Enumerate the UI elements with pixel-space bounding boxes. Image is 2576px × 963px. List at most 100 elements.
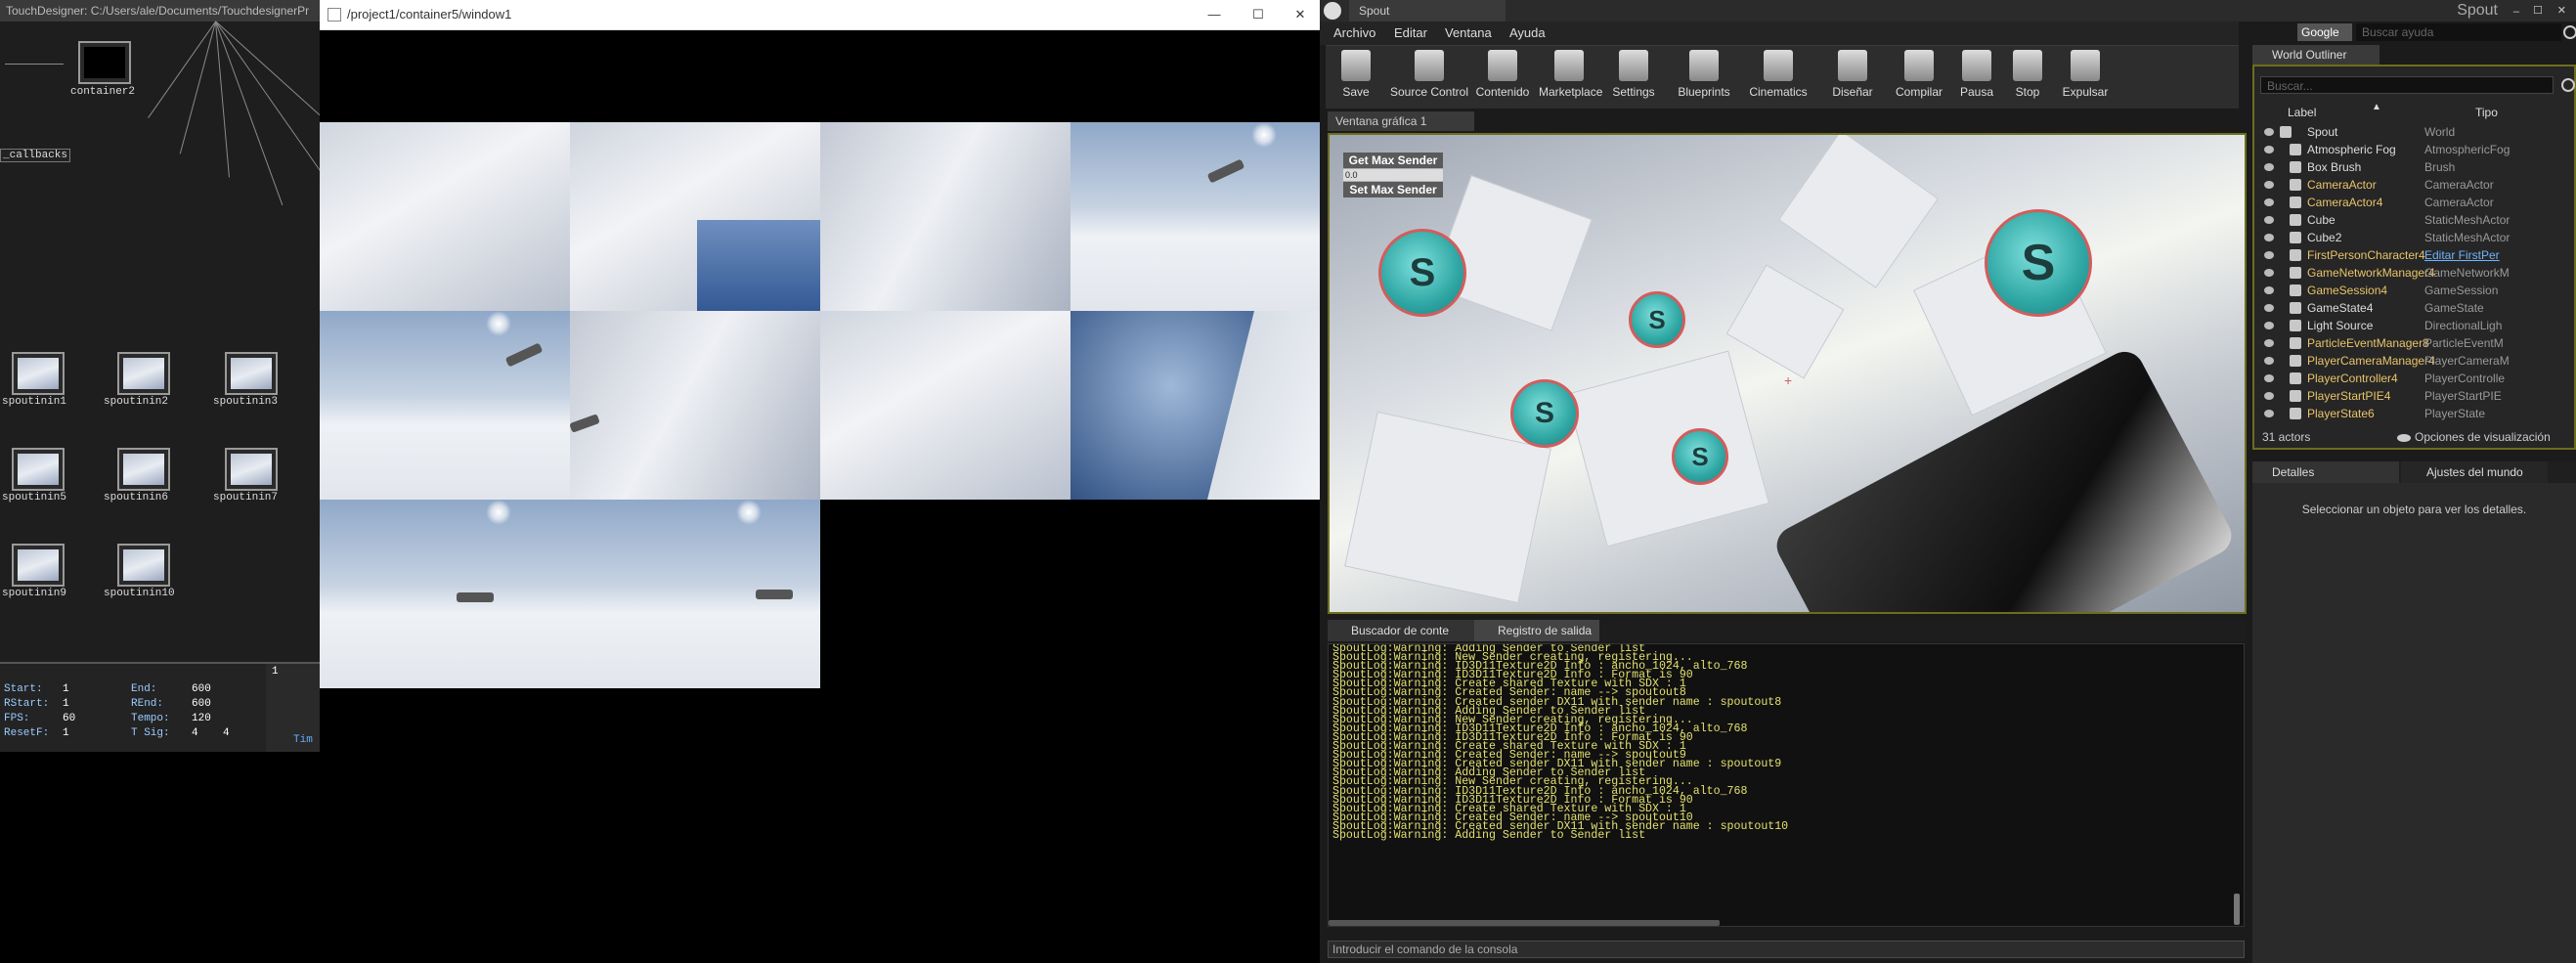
callbacks-node[interactable]: _callbacks [0,149,71,162]
td-timeline-panel[interactable]: Start: 1 End: 600 RStart: 1 REnd: 600 FP… [0,662,320,752]
start-value[interactable]: 1 [63,683,69,695]
spoutin-node-10[interactable] [117,544,170,587]
visibility-eye-icon[interactable] [2264,269,2274,277]
search-icon[interactable] [2563,25,2576,39]
menu-archivo[interactable]: Archivo [1333,25,1375,40]
viewport-tab[interactable]: Ventana gráfica 1 [1328,111,1474,131]
outliner-row[interactable]: Spout World [2254,123,2576,141]
rend-value[interactable]: 600 [192,698,211,710]
container2-node[interactable] [78,41,131,84]
log-hscrollbar[interactable] [1329,920,1720,926]
outliner-row[interactable]: Cube2 StaticMeshActor [2254,229,2576,246]
visibility-eye-icon[interactable] [2264,286,2274,294]
tempo-value[interactable]: 120 [192,713,211,724]
tab-details[interactable]: Detalles [2252,461,2399,483]
close-ue-button[interactable]: ✕ [2557,4,2566,17]
timeline-tab[interactable]: Tim [293,734,313,746]
tsig-b-value[interactable]: 4 [223,727,230,739]
save-button[interactable]: Save [1326,50,1386,107]
outliner-search-icon[interactable] [2561,78,2575,92]
marketplace-button[interactable]: Marketplace [1539,50,1602,107]
game-viewport[interactable]: S S S S S + Get Max Sender 0.0 Set Max S… [1328,133,2247,614]
search-engine-select[interactable]: Google [2297,23,2352,41]
menu-editar[interactable]: Editar [1394,25,1427,40]
actor-type[interactable]: Editar FirstPer [2424,246,2542,264]
visibility-eye-icon[interactable] [2264,410,2274,417]
menu-ayuda[interactable]: Ayuda [1509,25,1546,40]
spoutin-node-6[interactable] [117,448,170,491]
maximize-ue-button[interactable]: ☐ [2533,4,2543,17]
visibility-eye-icon[interactable] [2264,163,2274,171]
resetf-value[interactable]: 1 [63,727,69,739]
visibility-eye-icon[interactable] [2264,234,2274,241]
spoutin-node-1[interactable] [12,352,65,395]
outliner-row[interactable]: PlayerController4 PlayerControlle [2254,370,2576,387]
spoutin-node-7[interactable] [225,448,278,491]
visibility-eye-icon[interactable] [2264,392,2274,400]
outliner-row[interactable]: Cube StaticMeshActor [2254,211,2576,229]
eject-button[interactable]: Expulsar [2055,50,2116,107]
content-button[interactable]: Contenido [1472,50,1533,107]
outliner-search-input[interactable]: Buscar... [2260,76,2554,94]
visibility-eye-icon[interactable] [2264,251,2274,259]
outliner-row[interactable]: ParticleEventManager8 ParticleEventM [2254,334,2576,352]
td-network-editor[interactable]: container2 _callbacks spoutinin1 spoutin… [0,21,320,662]
visibility-eye-icon[interactable] [2264,216,2274,224]
minimize-ue-button[interactable]: – [2513,6,2519,18]
log-scrollbar[interactable] [2234,894,2240,925]
fps-value[interactable]: 60 [63,713,75,724]
visibility-eye-icon[interactable] [2264,128,2274,136]
help-search-input[interactable]: Buscar ayuda [2356,23,2561,41]
outliner-row[interactable]: Atmospheric Fog AtmosphericFog [2254,141,2576,158]
world-outliner-tab[interactable]: World Outliner [2252,45,2380,65]
spoutin-node-3[interactable] [225,352,278,395]
visibility-eye-icon[interactable] [2264,181,2274,189]
max-sender-field[interactable]: 0.0 [1343,169,1443,181]
visibility-eye-icon[interactable] [2264,198,2274,206]
outliner-row[interactable]: PlayerCameraManager4 PlayerCameraM [2254,352,2576,370]
visibility-eye-icon[interactable] [2264,339,2274,347]
view-options-button[interactable]: Opciones de visualización [2415,430,2551,444]
level-tab[interactable]: Spout [1349,0,1506,22]
source-control-button[interactable]: Source Control [1388,50,1470,107]
set-max-sender-button[interactable]: Set Max Sender [1343,182,1443,197]
cinematics-button[interactable]: Cinematics [1744,50,1812,107]
visibility-eye-icon[interactable] [2264,304,2274,312]
blueprints-button[interactable]: Blueprints [1674,50,1734,107]
outliner-row[interactable]: FirstPersonCharacter4 Editar FirstPer [2254,246,2576,264]
get-max-sender-button[interactable]: Get Max Sender [1343,153,1443,168]
visibility-eye-icon[interactable] [2264,357,2274,365]
help-search[interactable]: Google Buscar ayuda [2297,23,2576,43]
col-type-header[interactable]: Tipo [2475,106,2498,119]
outliner-row[interactable]: GameState4 GameState [2254,299,2576,317]
tab-output-log[interactable]: Registro de salida [1474,620,1600,641]
maximize-button[interactable]: ☐ [1244,0,1273,29]
pause-button[interactable]: Pausa [1953,50,2000,107]
close-button[interactable]: ✕ [1286,0,1315,29]
outliner-row[interactable]: CameraActor4 CameraActor [2254,194,2576,211]
menu-ventana[interactable]: Ventana [1445,25,1492,40]
end-value[interactable]: 600 [192,683,211,695]
compile-button[interactable]: Compilar [1889,50,1949,107]
outliner-row[interactable]: CameraActor CameraActor [2254,176,2576,194]
spoutin-node-5[interactable] [12,448,65,491]
outliner-row[interactable]: PlayerStartPIE4 PlayerStartPIE [2254,387,2576,405]
output-log[interactable]: SpoutLog:Warning: Adding Sender to Sende… [1328,643,2245,927]
outliner-row[interactable]: Box Brush Brush [2254,158,2576,176]
visibility-eye-icon[interactable] [2264,322,2274,329]
console-input[interactable]: Introducir el comando de la consola [1328,941,2245,958]
spoutin-node-2[interactable] [117,352,170,395]
design-button[interactable]: Diseñar [1822,50,1883,107]
visibility-eye-icon[interactable] [2264,374,2274,382]
stop-button[interactable]: Stop [2004,50,2051,107]
outliner-row[interactable]: PlayerState6 PlayerState [2254,405,2576,422]
tab-content-browser[interactable]: Buscador de conte [1328,620,1476,641]
minimize-button[interactable]: — [1200,0,1229,29]
tsig-a-value[interactable]: 4 [192,727,198,739]
outliner-row[interactable]: Light Source DirectionalLigh [2254,317,2576,334]
tab-world-settings[interactable]: Ajustes del mundo [2401,461,2548,483]
visibility-eye-icon[interactable] [2264,146,2274,153]
settings-button[interactable]: Settings [1603,50,1664,107]
col-label-header[interactable]: Label [2288,106,2316,119]
rstart-value[interactable]: 1 [63,698,69,710]
